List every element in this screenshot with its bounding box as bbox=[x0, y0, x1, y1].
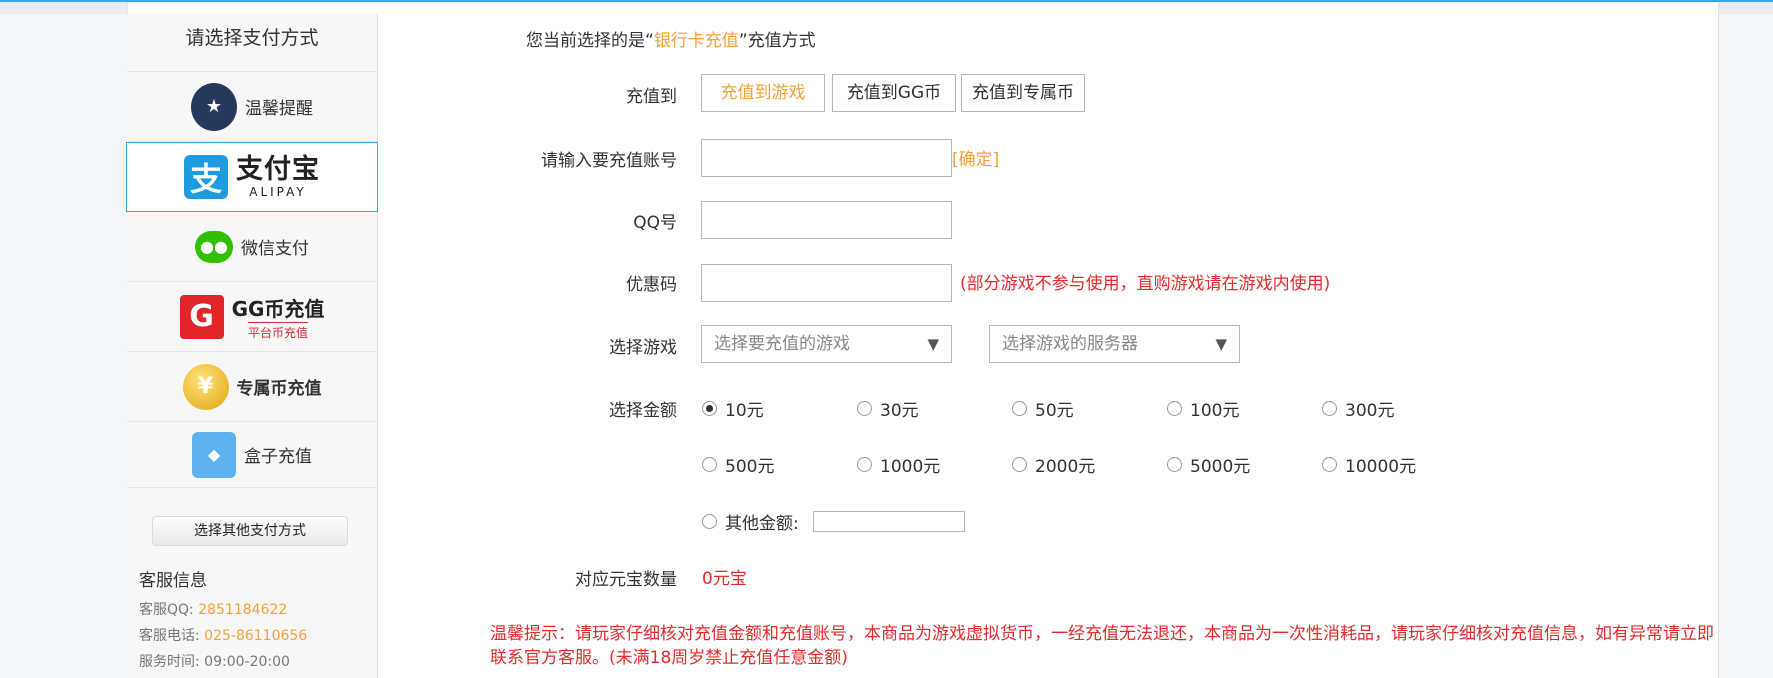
hint-prefix: 您当前选择的是“ bbox=[526, 31, 654, 51]
tab-recharge-gg-coin[interactable]: 充值到GG币 bbox=[832, 74, 956, 112]
amount-label: 选择金额 bbox=[609, 401, 677, 421]
gg-coin-icon: G bbox=[179, 294, 224, 339]
tab-recharge-exclusive-coin[interactable]: 充值到专属币 bbox=[961, 74, 1085, 112]
amount-option-label: 300元 bbox=[1345, 401, 1395, 421]
police-mascot-icon: ★ bbox=[191, 82, 237, 131]
amount-option-label: 50元 bbox=[1035, 401, 1074, 421]
warning-notice: 温馨提示：请玩家仔细核对充值金额和充值账号，本商品为游戏虚拟货币，一经充值无法退… bbox=[490, 624, 1714, 668]
sidebar-item-alipay[interactable]: 支 支付宝 ALIPAY bbox=[126, 142, 378, 212]
other-payment-methods-button[interactable]: 选择其他支付方式 bbox=[152, 516, 348, 546]
sidebar-item-exclusive-coin[interactable]: ¥ 专属币充值 bbox=[127, 352, 377, 422]
amount-option-2000[interactable]: 2000元 bbox=[1012, 452, 1095, 477]
sidebar-item-label: 盒子充值 bbox=[244, 447, 312, 467]
sidebar-item-box[interactable]: ◆ 盒子充值 bbox=[127, 422, 377, 488]
cs-qq-value[interactable]: 2851184622 bbox=[198, 602, 287, 618]
game-select-placeholder: 选择要充值的游戏 bbox=[714, 334, 850, 354]
radio-checked-icon[interactable] bbox=[702, 401, 717, 416]
sidebar-item-reminder[interactable]: ★ 温馨提醒 bbox=[127, 72, 377, 142]
coupon-input[interactable] bbox=[701, 264, 952, 302]
amount-option-30[interactable]: 30元 bbox=[857, 396, 919, 421]
radio-icon[interactable] bbox=[1012, 401, 1027, 416]
chevron-down-icon: ▼ bbox=[1215, 335, 1227, 353]
sidebar-item-sublabel: ALIPAY bbox=[249, 185, 307, 199]
sidebar-item-label: 支付宝 bbox=[236, 154, 320, 185]
qq-input[interactable] bbox=[701, 201, 952, 239]
amount-option-label: 5000元 bbox=[1190, 457, 1251, 477]
cs-hours-label: 服务时间: bbox=[139, 654, 205, 670]
amount-option-100[interactable]: 100元 bbox=[1167, 396, 1239, 421]
radio-icon[interactable] bbox=[1167, 457, 1182, 472]
game-label: 选择游戏 bbox=[609, 338, 677, 358]
cs-phone-label: 客服电话: bbox=[139, 628, 205, 644]
sidebar-item-sublabel: 平台币充值 bbox=[247, 321, 308, 341]
amount-option-1000[interactable]: 1000元 bbox=[857, 452, 940, 477]
amount-option-label: 10000元 bbox=[1345, 457, 1417, 477]
qq-label: QQ号 bbox=[633, 213, 677, 233]
box-mascot-icon: ◆ bbox=[192, 431, 236, 478]
other-amount-input[interactable] bbox=[813, 511, 965, 532]
amount-option-label: 100元 bbox=[1190, 401, 1240, 421]
amount-option-10000[interactable]: 10000元 bbox=[1322, 452, 1416, 477]
amount-option-other[interactable]: 其他金额: bbox=[702, 509, 799, 534]
sidebar-item-gg-coin[interactable]: G GG币充值 平台币充值 bbox=[127, 282, 377, 352]
cs-hours-row: 服务时间: 09:00-20:00 bbox=[139, 649, 307, 675]
radio-icon[interactable] bbox=[1012, 457, 1027, 472]
account-label: 请输入要充值账号 bbox=[541, 151, 677, 171]
wechat-icon: ●● bbox=[195, 230, 233, 263]
hint-suffix: ”充值方式 bbox=[738, 31, 816, 51]
sidebar-item-label: GG币充值 bbox=[231, 296, 325, 321]
radio-icon[interactable] bbox=[702, 457, 717, 472]
alipay-logo-text: 支付宝 ALIPAY bbox=[236, 154, 320, 200]
radio-icon[interactable] bbox=[857, 401, 872, 416]
sidebar-item-label: 微信支付 bbox=[241, 239, 309, 259]
amount-option-label: 30元 bbox=[880, 401, 919, 421]
game-select[interactable]: 选择要充值的游戏 ▼ bbox=[701, 325, 952, 363]
coupon-label: 优惠码 bbox=[626, 275, 677, 295]
current-method: 银行卡充值 bbox=[653, 31, 739, 51]
sidebar-item-label: 温馨提醒 bbox=[245, 99, 313, 119]
ingot-value: 0元宝 bbox=[702, 569, 747, 589]
server-select[interactable]: 选择游戏的服务器 ▼ bbox=[989, 325, 1240, 363]
server-select-placeholder: 选择游戏的服务器 bbox=[1002, 334, 1138, 354]
cs-phone-value: 025-86110656 bbox=[204, 628, 308, 644]
ingot-label: 对应元宝数量 bbox=[575, 570, 677, 590]
amount-option-300[interactable]: 300元 bbox=[1322, 396, 1394, 421]
chevron-down-icon: ▼ bbox=[927, 335, 939, 353]
radio-icon[interactable] bbox=[702, 514, 717, 529]
radio-icon[interactable] bbox=[1322, 457, 1337, 472]
cs-qq-label: 客服QQ: bbox=[139, 602, 199, 618]
account-input[interactable] bbox=[701, 139, 952, 177]
amount-option-5000[interactable]: 5000元 bbox=[1167, 452, 1250, 477]
amount-option-500[interactable]: 500元 bbox=[702, 452, 774, 477]
sidebar-title: 请选择支付方式 bbox=[127, 14, 377, 72]
tab-recharge-game[interactable]: 充值到游戏 bbox=[701, 74, 825, 112]
amount-option-label: 10元 bbox=[725, 401, 764, 421]
sidebar-item-label: 专属币充值 bbox=[236, 379, 322, 399]
amount-option-50[interactable]: 50元 bbox=[1012, 396, 1074, 421]
cs-qq-row: 客服QQ: 2851184622 bbox=[139, 597, 307, 623]
gold-coin-icon: ¥ bbox=[182, 363, 229, 410]
customer-service-info: 客服信息 客服QQ: 2851184622 客服电话: 025-86110656… bbox=[139, 566, 307, 675]
amount-option-10[interactable]: 10元 bbox=[702, 396, 764, 421]
gg-logo-text: GG币充值 平台币充值 bbox=[232, 293, 325, 341]
amount-option-label: 2000元 bbox=[1035, 457, 1096, 477]
radio-icon[interactable] bbox=[857, 457, 872, 472]
radio-icon[interactable] bbox=[1322, 401, 1337, 416]
confirm-account-link[interactable]: [确定] bbox=[952, 145, 999, 170]
current-method-hint: 您当前选择的是“银行卡充值”充值方式 bbox=[526, 26, 816, 51]
cs-phone-row: 客服电话: 025-86110656 bbox=[139, 623, 307, 649]
amount-option-label: 500元 bbox=[725, 457, 775, 477]
alipay-icon: 支 bbox=[184, 155, 228, 199]
radio-icon[interactable] bbox=[1167, 401, 1182, 416]
cs-title: 客服信息 bbox=[139, 571, 207, 591]
cs-hours-value: 09:00-20:00 bbox=[204, 654, 290, 670]
amount-option-label: 1000元 bbox=[880, 457, 941, 477]
coupon-note: (部分游戏不参与使用，直购游戏请在游戏内使用) bbox=[960, 274, 1331, 294]
other-amount-label: 其他金额: bbox=[725, 514, 799, 534]
recharge-to-label: 充值到 bbox=[626, 87, 677, 107]
sidebar-item-wechat[interactable]: ●● 微信支付 bbox=[127, 212, 377, 282]
